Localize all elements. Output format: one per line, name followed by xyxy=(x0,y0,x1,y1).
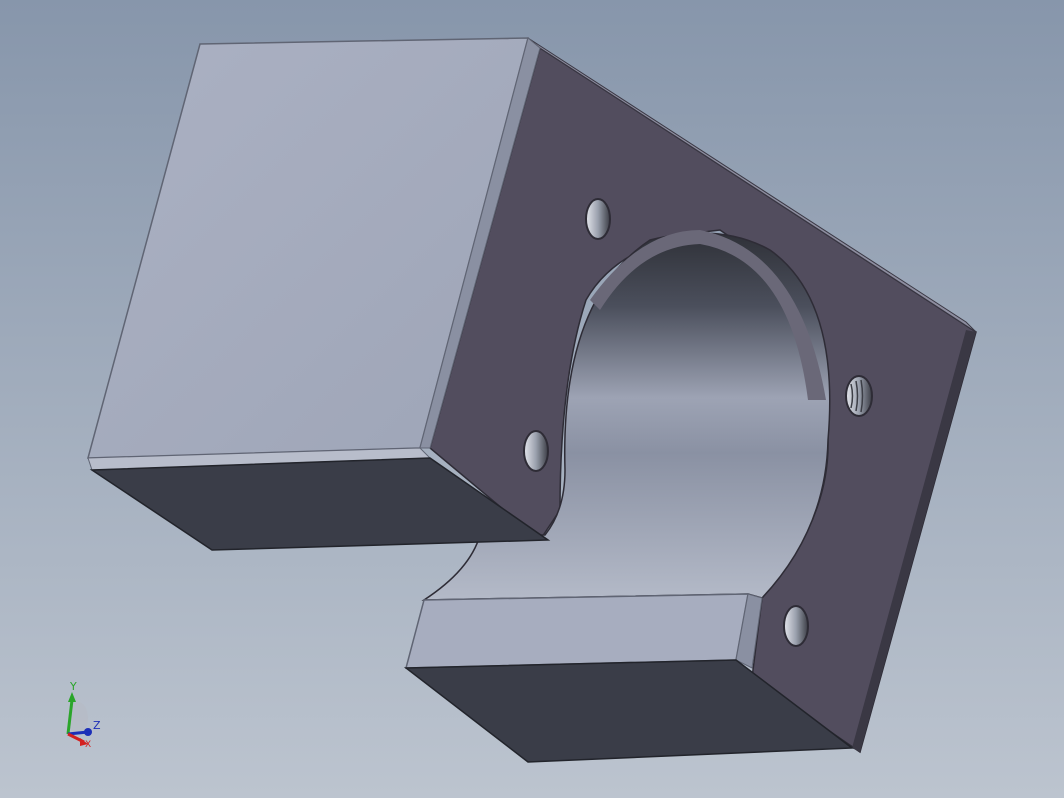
mounting-hole[interactable] xyxy=(523,430,549,472)
y-axis-label: Y xyxy=(70,680,77,693)
graphics-viewport[interactable]: Y Z X xyxy=(0,0,1064,798)
z-axis-label: Z xyxy=(93,719,101,732)
mounting-hole[interactable] xyxy=(585,198,611,240)
triad-icon xyxy=(66,692,92,746)
lower-block-top-face[interactable] xyxy=(405,593,749,669)
x-axis-label: X xyxy=(85,740,92,750)
reference-triad: Y Z X xyxy=(50,680,110,750)
threaded-hole[interactable] xyxy=(845,375,873,417)
mounting-hole[interactable] xyxy=(783,605,809,647)
bracket-model[interactable] xyxy=(0,0,1064,798)
